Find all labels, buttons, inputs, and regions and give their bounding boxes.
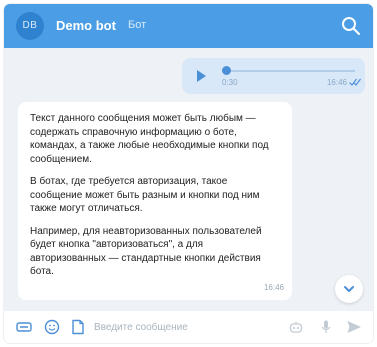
- message-time: 16:46: [263, 282, 284, 292]
- keyboard-icon: [16, 322, 32, 332]
- chat-header: DB Demo bot Бот: [4, 4, 373, 48]
- double-check-icon: [349, 78, 361, 86]
- robot-icon: [289, 321, 303, 333]
- chat-subtitle: Бот: [128, 19, 147, 31]
- message-time: 16:46: [326, 78, 347, 87]
- keyboard-button[interactable]: [16, 319, 32, 335]
- scroll-down-button[interactable]: [335, 275, 363, 303]
- chat-window: DB Demo bot Бот 0:30 16:46 Текст данного…: [4, 4, 373, 343]
- composer: [4, 311, 373, 343]
- message-list[interactable]: 0:30 16:46 Текст данного сообщения может…: [4, 48, 373, 311]
- message-paragraph: Текст данного сообщения может быть любым…: [30, 113, 269, 165]
- search-button[interactable]: [339, 14, 363, 38]
- smiley-icon: [44, 319, 60, 335]
- message-input[interactable]: [94, 317, 274, 337]
- attach-button[interactable]: [70, 319, 86, 335]
- microphone-icon: [321, 320, 331, 333]
- document-icon: [72, 319, 84, 335]
- emoji-button[interactable]: [44, 319, 60, 335]
- send-button[interactable]: [346, 319, 362, 335]
- message-paragraph: В ботах, где требуется авторизация, тако…: [30, 176, 260, 214]
- voice-progress-track[interactable]: [222, 70, 355, 72]
- play-button[interactable]: [188, 64, 212, 88]
- voice-progress-handle[interactable]: [222, 66, 231, 75]
- voice-message: 0:30 16:46: [182, 58, 365, 94]
- play-icon: [197, 70, 206, 82]
- chevron-down-icon: [344, 286, 354, 292]
- bot-commands-button[interactable]: [288, 319, 304, 335]
- voice-duration: 0:30: [222, 78, 238, 87]
- bot-message: Текст данного сообщения может быть любым…: [18, 102, 292, 300]
- avatar[interactable]: DB: [16, 12, 44, 40]
- send-icon: [347, 321, 361, 333]
- chat-title[interactable]: Demo bot: [56, 18, 116, 33]
- message-paragraph: Например, для неавторизованных пользоват…: [30, 225, 262, 278]
- voice-record-button[interactable]: [318, 319, 334, 335]
- search-icon: [342, 17, 360, 35]
